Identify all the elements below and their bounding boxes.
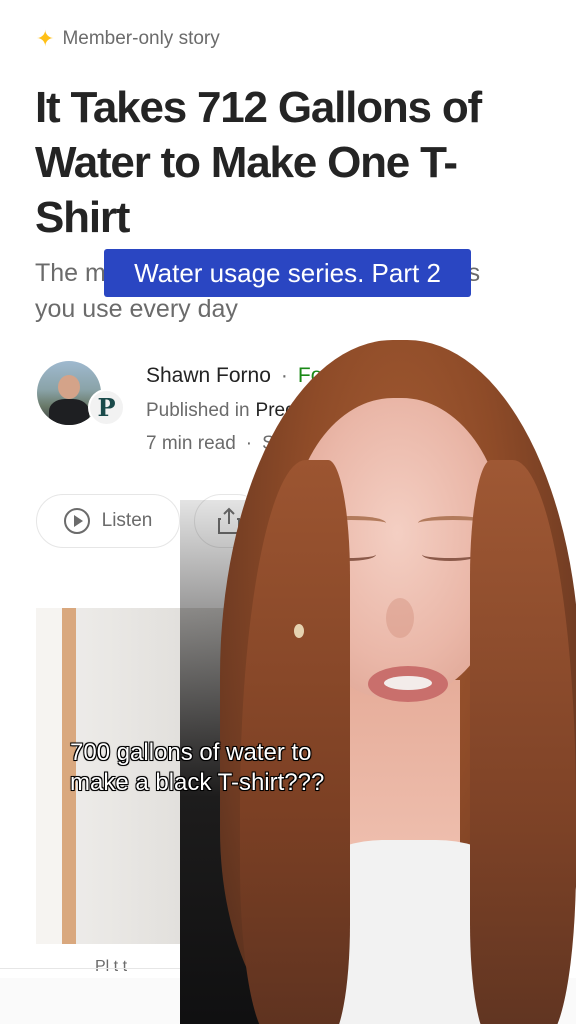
- video-caption-line1: 700 gallons of water to: [70, 739, 312, 766]
- divider: [0, 968, 190, 969]
- listen-label: Listen: [101, 510, 153, 531]
- subtitle-start: The m: [35, 259, 106, 287]
- listen-button[interactable]: Listen: [36, 494, 180, 548]
- video-caption: 700 gallons of water to make a black T-s…: [70, 738, 324, 798]
- member-only-label: Member-only story: [62, 28, 220, 49]
- series-banner: Water usage series. Part 2: [104, 249, 471, 297]
- sparkle-icon: ✦: [36, 26, 55, 51]
- image-caption: Pl t t: [95, 958, 128, 975]
- play-icon: [63, 508, 90, 534]
- member-only-badge: ✦ Member-only story: [36, 28, 220, 50]
- publication-icon[interactable]: P: [88, 389, 125, 426]
- video-caption-line2: make a black T-shirt???: [70, 769, 325, 796]
- presenter-video: [180, 340, 576, 1024]
- article-title: It Takes 712 Gallons of Water to Make On…: [35, 83, 482, 242]
